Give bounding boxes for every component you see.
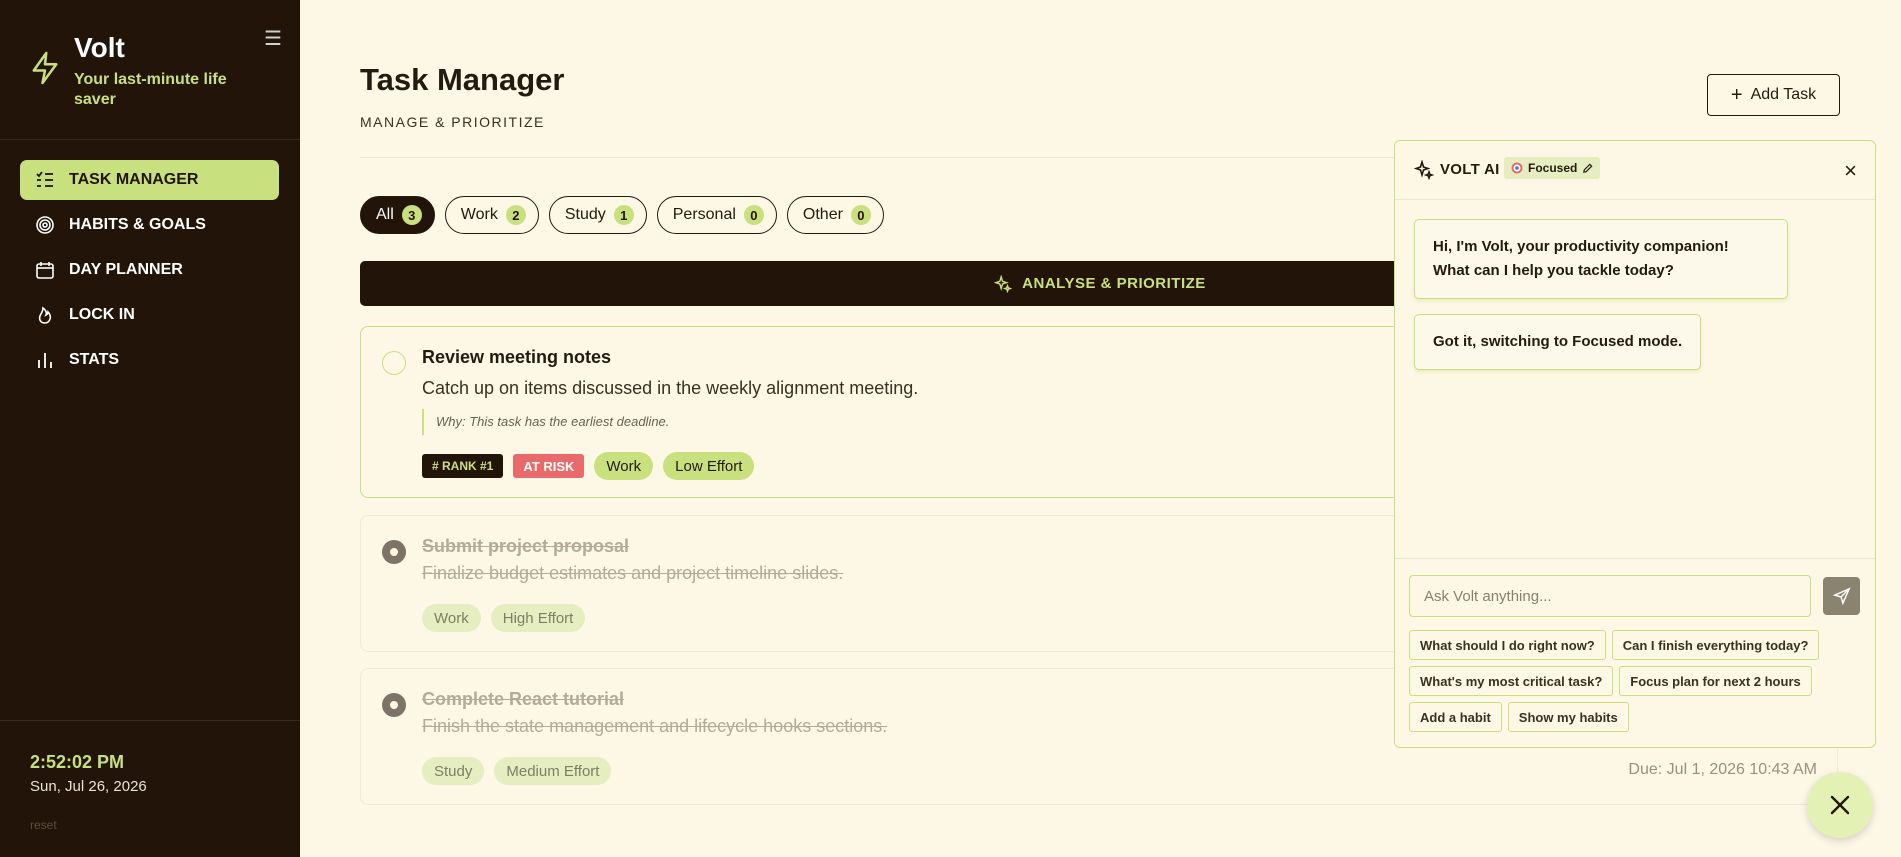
sparkles-icon [994,274,1013,293]
menu-icon[interactable]: ☰ [264,26,282,51]
filter-bar: All 3 Work 2 Study 1 Personal 0 Other 0 [360,196,884,234]
filter-label: Study [564,206,606,223]
suggestion-chip[interactable]: Add a habit [1409,702,1502,732]
send-icon [1832,587,1851,605]
sidebar-item-task-manager[interactable]: TASK MANAGER [20,160,279,200]
ai-mode-label: Focused [1528,161,1578,175]
list-check-icon [36,171,53,187]
close-icon[interactable]: × [1844,158,1857,184]
ai-toggle-button[interactable] [1807,772,1873,838]
suggestion-chip[interactable]: Show my habits [1507,702,1629,732]
add-task-label: Add Task [1750,86,1817,103]
brand-tagline: Your last-minute life saver [74,71,227,108]
task-due-date: Due: Jul 1, 2026 10:43 AM [1628,761,1817,778]
rank-badge: # RANK #1 [422,454,504,478]
effort-tag: High Effort [490,604,586,632]
filter-label: Personal [672,206,736,223]
filter-count: 0 [850,205,871,225]
filter-count: 1 [613,205,634,225]
ai-footer-divider [1395,558,1875,559]
date: Sun, Jul 26, 2026 [30,778,147,795]
analyse-label: ANALYSE & PRIORITIZE [1022,275,1206,292]
suggestion-chip[interactable]: What's my most critical task? [1409,666,1614,696]
add-task-button[interactable]: + Add Task [1707,74,1840,116]
brand-name: Volt [74,32,125,63]
filter-study[interactable]: Study 1 [548,196,647,234]
task-title: Complete React tutorial [422,689,625,709]
filter-other[interactable]: Other 0 [786,196,884,234]
filter-work[interactable]: Work 2 [444,196,539,234]
task-tags: Study Medium Effort [422,757,612,785]
sidebar-item-label: DAY PLANNER [69,261,183,278]
flame-icon [38,306,52,324]
suggestion-chip[interactable]: What should I do right now? [1409,630,1606,660]
ai-title: VOLT AI [1440,161,1500,178]
sidebar-item-label: HABITS & GOALS [69,216,206,233]
task-complete-checkbox[interactable] [382,693,406,717]
filter-count: 2 [505,205,526,225]
brand: Volt Your last-minute life saver [30,30,234,110]
sparkles-icon [1414,160,1434,180]
ai-mode-badge[interactable]: Focused [1504,157,1601,179]
ai-message: Got it, switching to Focused mode. [1414,314,1702,370]
clock: 2:52:02 PM [30,752,125,772]
pencil-icon [1583,163,1593,173]
sidebar-item-day-planner[interactable]: DAY PLANNER [20,250,279,290]
task-tags: Work High Effort [422,604,586,632]
task-description: Finalize budget estimates and project ti… [422,563,844,583]
filter-count: 0 [743,205,764,225]
task-complete-checkbox[interactable] [382,351,406,375]
filter-all[interactable]: All 3 [360,196,435,234]
filter-label: Other [802,206,843,223]
ai-message: Hi, I'm Volt, your productivity companio… [1414,219,1788,299]
sidebar-item-label: LOCK IN [69,306,135,323]
sidebar-item-lock-in[interactable]: LOCK IN [20,295,279,335]
category-tag: Work [594,452,654,480]
task-title: Submit project proposal [422,536,630,556]
sidebar-item-label: TASK MANAGER [69,171,199,188]
filter-personal[interactable]: Personal 0 [656,196,777,234]
task-title: Review meeting notes [422,347,612,367]
close-icon [1830,795,1850,815]
page-subtitle: MANAGE & PRIORITIZE [360,114,545,130]
bar-chart-icon [38,353,52,368]
category-tag: Work [422,604,481,632]
target-icon [1511,162,1523,174]
calendar-icon [36,262,54,279]
suggestion-chip[interactable]: Focus plan for next 2 hours [1619,666,1812,696]
ai-suggestions: What should I do right now? Can I finish… [1409,630,1869,732]
sidebar-divider [0,139,300,140]
task-complete-checkbox[interactable] [382,540,406,564]
sidebar-item-label: STATS [69,351,120,368]
reset-link[interactable]: reset [30,818,57,832]
effort-tag: Medium Effort [494,757,612,785]
task-why: Why: This task has the earliest deadline… [422,409,669,435]
plus-icon: + [1730,84,1743,106]
filter-label: Work [460,206,498,223]
page-title: Task Manager [360,62,565,97]
category-tag: Study [422,757,485,785]
sidebar: Volt Your last-minute life saver ☰ TASK … [0,0,300,857]
task-description: Finish the state management and lifecycl… [422,716,888,736]
suggestion-chip[interactable]: Can I finish everything today? [1611,630,1820,660]
target-icon [36,216,54,234]
sidebar-item-habits-goals[interactable]: HABITS & GOALS [20,205,279,245]
volt-ai-panel: VOLT AI Focused × Hi, I'm Volt, your pro… [1394,140,1876,748]
ai-panel-header: VOLT AI Focused × [1395,141,1875,200]
sidebar-item-stats[interactable]: STATS [20,340,279,380]
task-tags: # RANK #1 AT RISK Work Low Effort [422,452,755,480]
task-description: Catch up on items discussed in the weekl… [422,378,919,398]
effort-tag: Low Effort [663,452,755,480]
send-button[interactable] [1823,577,1860,615]
sidebar-nav: TASK MANAGER HABITS & GOALS DAY PLANNER … [20,160,279,385]
lightning-bolt-icon [32,51,58,85]
filter-count: 3 [401,205,422,225]
sidebar-divider [0,720,300,721]
filter-label: All [376,206,394,223]
ai-chat-input[interactable]: Ask Volt anything... [1409,575,1811,617]
risk-badge: AT RISK [513,454,585,478]
